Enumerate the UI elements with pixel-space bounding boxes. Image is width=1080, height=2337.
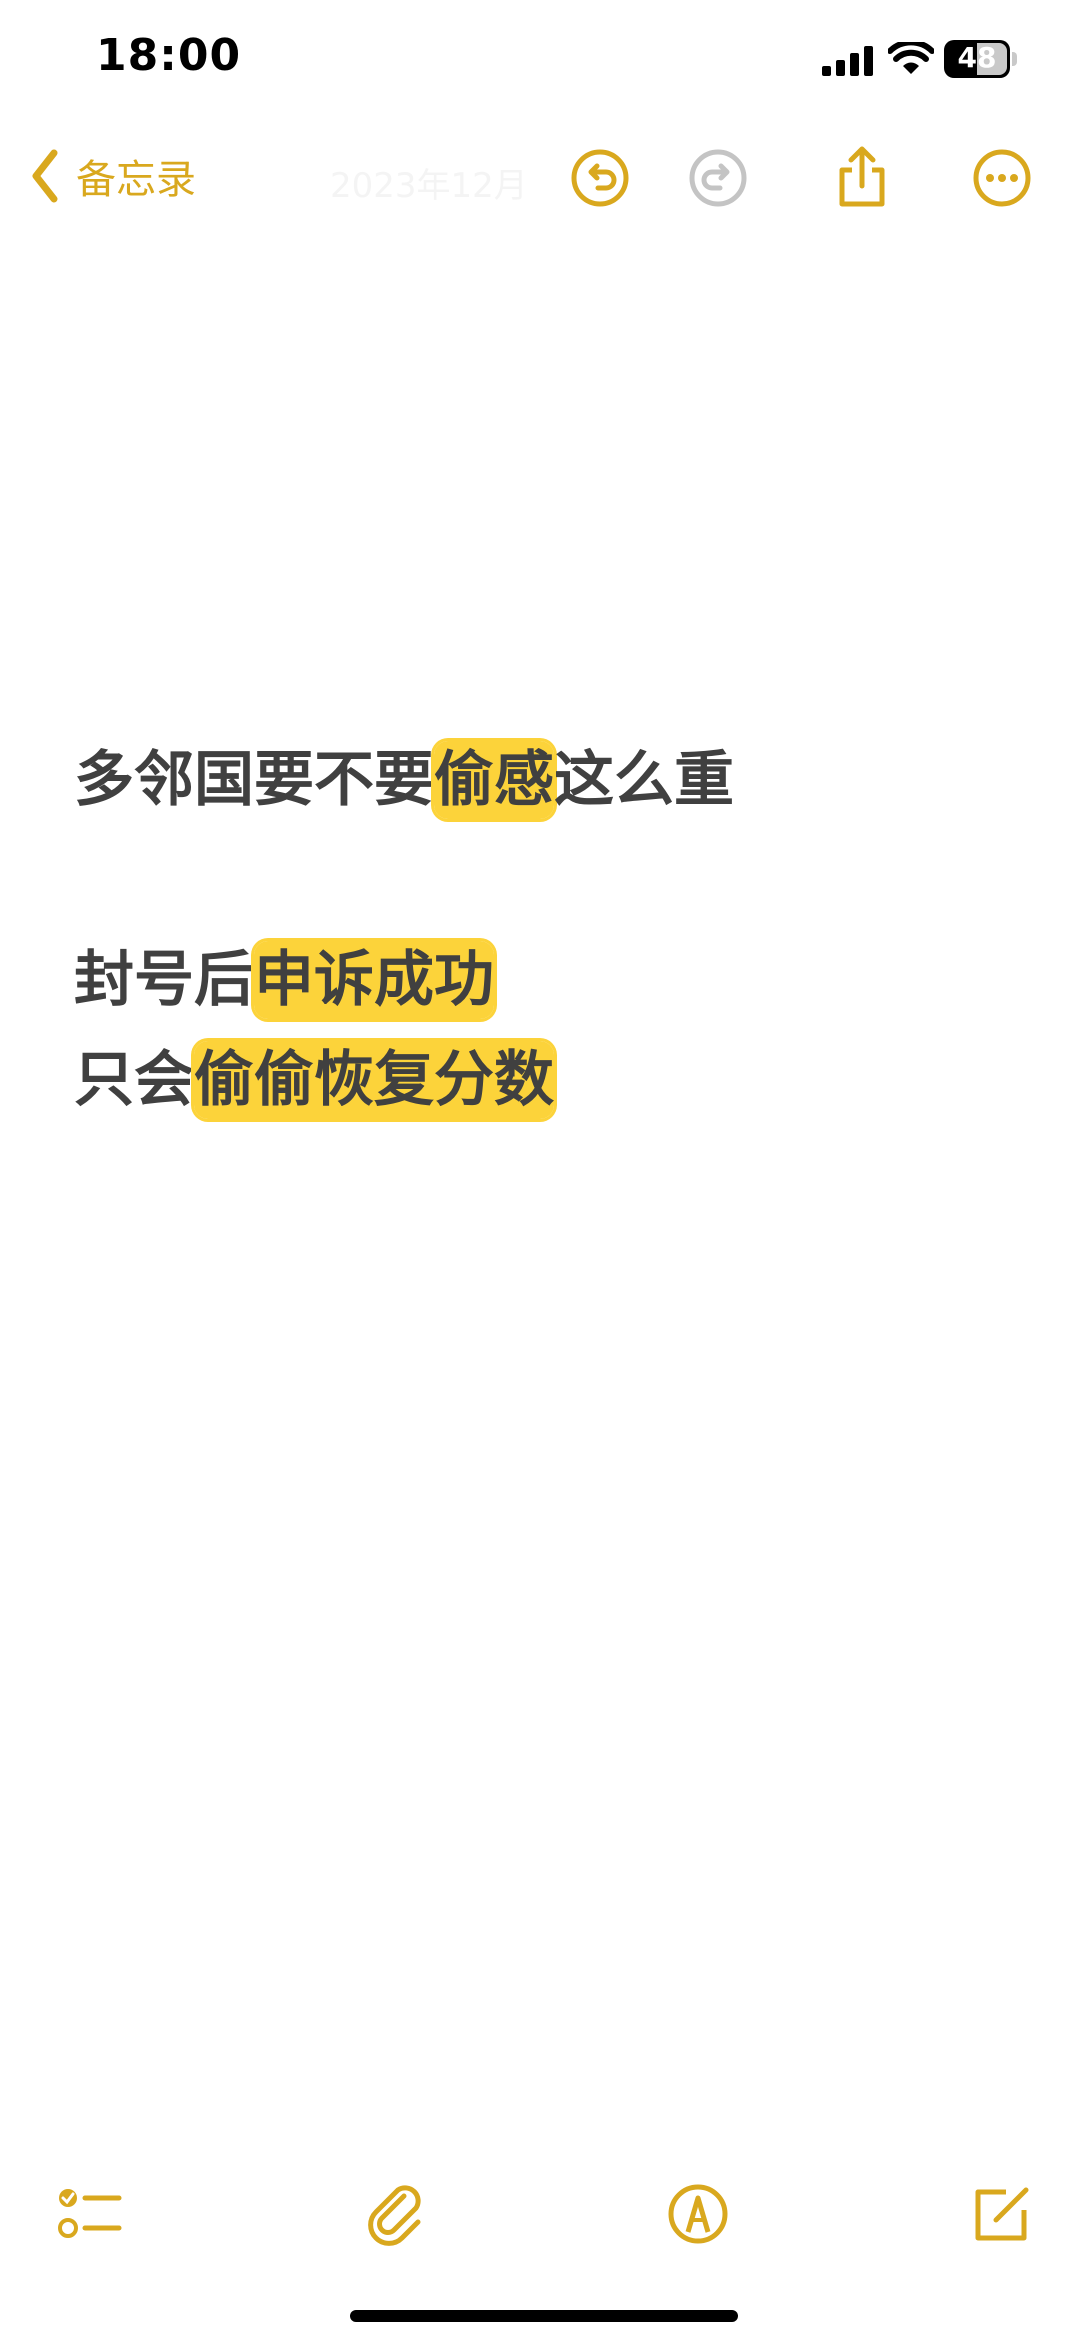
note-line-1-text: 多邻国要不要 [74,745,434,815]
note-line-1-tail: 这么重 [554,745,734,815]
redo-icon [689,149,747,207]
note-line-2-text: 封号后 [74,945,254,1015]
compose-icon [975,2187,1029,2241]
note-body[interactable]: 多邻国要不要偷感这么重 封号后申诉成功 只会偷偷恢复分数 [74,730,1014,1130]
cellular-signal-icon [822,46,873,76]
note-line-1: 多邻国要不要偷感这么重 [74,730,1014,830]
wifi-icon [888,42,934,74]
note-line-3-highlight: 偷偷恢复分数 [194,1041,554,1119]
undo-icon [571,149,629,207]
share-button[interactable] [830,146,894,210]
redo-button[interactable] [686,146,750,210]
note-line-2: 封号后申诉成功 [74,930,1014,1030]
more-button[interactable] [970,146,1034,210]
back-button[interactable]: 备忘录 [30,146,196,206]
navigation-bar: 备忘录 2023年12月 [0,130,1080,220]
checklist-icon [58,2189,122,2238]
markup-button[interactable] [662,2178,734,2250]
undo-button[interactable] [568,146,632,210]
compose-button[interactable] [966,2178,1038,2250]
checklist-button[interactable] [54,2178,126,2250]
more-icon [973,149,1031,207]
paperclip-icon [368,2185,421,2246]
status-bar: 18:00 48 [0,0,1080,120]
status-time: 18:00 [96,30,242,81]
note-line-3-text: 只会 [74,1045,194,1115]
markup-pen-icon [668,2184,728,2244]
chevron-left-icon [32,149,58,203]
note-line-3: 只会偷偷恢复分数 [74,1030,1014,1130]
share-icon [839,146,885,207]
note-line-1-highlight: 偷感 [434,741,554,819]
home-indicator[interactable] [350,2310,738,2322]
note-line-2-highlight: 申诉成功 [254,941,494,1019]
attach-button[interactable] [360,2178,432,2250]
bottom-toolbar [0,2170,1080,2260]
battery-icon: 48 [944,40,1020,78]
note-blank-line [74,830,1014,930]
note-title: 2023年12月 [330,166,528,206]
battery-level: 48 [957,41,997,74]
back-label: 备忘录 [76,157,196,203]
